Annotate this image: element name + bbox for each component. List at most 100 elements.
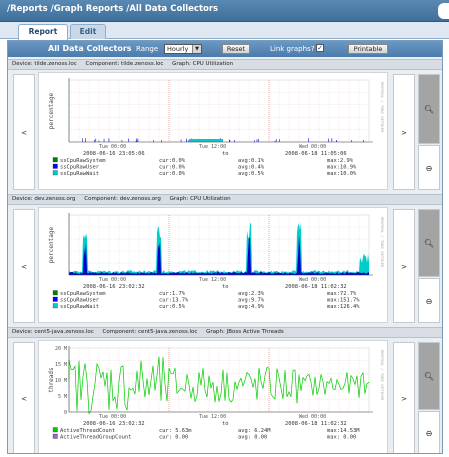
legend-swatch	[52, 427, 58, 433]
legend-avg: avg: 0.00	[238, 435, 267, 441]
x-tick-label: Wed 00:00	[299, 414, 326, 420]
legend-swatch	[52, 433, 58, 439]
link-graphs-checkbox[interactable]: ✓	[316, 44, 324, 52]
legend-cur: cur:13.7%	[159, 298, 189, 304]
y-axis-label: percentage	[48, 93, 55, 130]
zoom-in-button[interactable]: 🔍︎	[418, 74, 440, 144]
prev-button[interactable]: <	[13, 209, 35, 323]
title-bar: /Reports /Graph Reports /All Data Collec…	[0, 0, 449, 22]
legend-cur: cur:0.0%	[159, 158, 186, 164]
prev-button[interactable]: <	[13, 342, 35, 453]
range-label: Range	[136, 45, 159, 53]
graph-image: threads 20 M 15 M 10 M 5 M 0 Tue 00:00 Tue 12:0…	[38, 340, 388, 453]
legend-swatch	[52, 296, 58, 302]
y-tick-label: 5 M	[58, 394, 67, 400]
zoom-out-icon: ⊖	[425, 297, 433, 306]
zoom-in-button[interactable]: 🔍︎	[418, 209, 440, 277]
legend-swatch	[52, 157, 58, 163]
corner-decoration	[438, 3, 449, 19]
report-title: All Data Collectors	[48, 44, 132, 53]
graph-svg: threads 20 M 15 M 10 M 5 M 0 Tue 00:00 Tue 12:0…	[48, 346, 385, 441]
x-tick-label: Wed 00:00	[299, 144, 326, 150]
legend-avg: avg:4.9%	[238, 304, 265, 310]
legend-cur: cur:0.5%	[159, 304, 186, 310]
legend-swatch	[52, 303, 58, 309]
printable-button[interactable]: Printable	[348, 44, 388, 54]
legend-max: max:14.53M	[327, 428, 360, 434]
legend-max: max:151.7%	[327, 298, 360, 304]
zoom-in-icon: 🔍︎	[423, 372, 435, 381]
y-axis-label: threads	[48, 367, 55, 393]
date-to-label: to	[222, 421, 229, 427]
next-button[interactable]: >	[393, 74, 415, 190]
legend-max: max: 0.00	[327, 435, 356, 441]
legend-max: max:10.0%	[327, 171, 357, 177]
next-button[interactable]: >	[393, 342, 415, 453]
legend-max: max:2.9%	[327, 158, 354, 164]
x-tick-label: Wed 00:00	[299, 277, 326, 283]
graph-image: percentage Tue 00:00 Tue 12:00 Wed 00:00 RRD…	[38, 207, 388, 323]
range-select-value: Hourly	[167, 45, 189, 53]
legend-cur: cur: 5.63m	[159, 428, 191, 434]
rrdtool-credit: RRDTOOL / TOBI OETIKER	[380, 350, 385, 401]
check-icon: ✓	[317, 44, 323, 52]
date-to-label: to	[222, 284, 229, 290]
report-toolbar: All Data Collectors Range Hourly ▼ Reset…	[8, 41, 442, 57]
component-label: Component: dev.zenoss.org	[84, 196, 161, 202]
date-from: 2008-06-16 23:02:32	[83, 284, 145, 290]
breadcrumb[interactable]: /Reports /Graph Reports /All Data Collec…	[7, 4, 218, 14]
device-header: Device: dev.zenoss.org Component: dev.ze…	[8, 194, 442, 205]
legend-avg: avg:0.1%	[238, 158, 265, 164]
zoom-out-button[interactable]: ⊖	[418, 411, 440, 453]
legend-cur: cur:0.0%	[159, 165, 186, 171]
next-button[interactable]: >	[393, 209, 415, 323]
device-label: Device: tilde.zenoss.loc	[12, 61, 77, 67]
tab-edit[interactable]: Edit	[70, 24, 106, 39]
zoom-in-icon: 🔍︎	[423, 239, 435, 248]
legend-swatch	[52, 170, 58, 176]
legend-cur: cur:1.7%	[159, 291, 186, 297]
legend-avg: avg: 6.24M	[238, 428, 271, 434]
legend-max: max:72.7%	[327, 291, 357, 297]
x-tick-label: Tue 00:00	[99, 144, 126, 150]
date-to: 2008-06-18 11:02:32	[285, 421, 347, 427]
device-label: Device: dev.zenoss.org	[12, 196, 76, 202]
range-select[interactable]: Hourly ▼	[164, 44, 202, 54]
legend-avg: avg:9.7%	[238, 298, 265, 304]
legend-series-name: ActiveThreadCount	[60, 428, 115, 434]
zoom-out-button[interactable]: ⊖	[418, 145, 440, 190]
y-tick-label: 0	[64, 410, 67, 416]
link-graphs-label: Link graphs?	[270, 45, 315, 53]
legend-series-name: ssCpuRawWait	[60, 171, 99, 177]
legend-series-name: ssCpuRawSystem	[60, 158, 105, 164]
x-tick-label: Tue 00:00	[99, 277, 126, 283]
zoom-out-icon: ⊖	[425, 429, 433, 438]
date-from: 2008-06-16 23:02:32	[83, 421, 145, 427]
graph-label: Graph: JBoss Active Threads	[206, 329, 284, 335]
zoom-in-button[interactable]: 🔍︎	[418, 342, 440, 410]
graph-svg: percentage Tue 00:00 Tue 12:00 Wed 00:00 RRD…	[48, 213, 385, 310]
prev-button[interactable]: <	[13, 74, 35, 190]
y-tick-label: 15 M	[55, 362, 67, 368]
reset-button[interactable]: Reset	[222, 44, 250, 54]
x-tick-label: Tue 12:00	[199, 277, 226, 283]
legend-series-name: ActiveThreadGroupCount	[60, 435, 131, 441]
series-block	[189, 139, 223, 142]
y-tick-label: 10 M	[55, 378, 67, 384]
legend-avg: avg:0.4%	[238, 165, 265, 171]
legend-cur: cur: 0.00	[159, 435, 188, 441]
tab-report[interactable]: Report	[18, 24, 68, 40]
graph-section-1: Device: tilde.zenoss.loc Component: tild…	[8, 59, 442, 191]
legend-series-name: ssCpuRawSystem	[60, 291, 105, 297]
rrdtool-credit: RRDTOOL / TOBI OETIKER	[380, 217, 385, 268]
zoom-out-icon: ⊖	[425, 164, 433, 173]
tab-bar: Report Edit	[0, 22, 449, 40]
legend-avg: avg:2.3%	[238, 291, 265, 297]
graph-section-3: Device: cent5-java.zenoss.loc Component:…	[8, 327, 442, 453]
component-label: Component: tilde.zenoss.loc	[85, 61, 164, 67]
y-tick-label: 20 M	[55, 346, 67, 352]
zoom-out-button[interactable]: ⊖	[418, 278, 440, 323]
report-panel: All Data Collectors Range Hourly ▼ Reset…	[7, 40, 443, 454]
x-tick-label: Tue 12:00	[199, 144, 226, 150]
device-header: Device: cent5-java.zenoss.loc Component:…	[8, 327, 442, 338]
